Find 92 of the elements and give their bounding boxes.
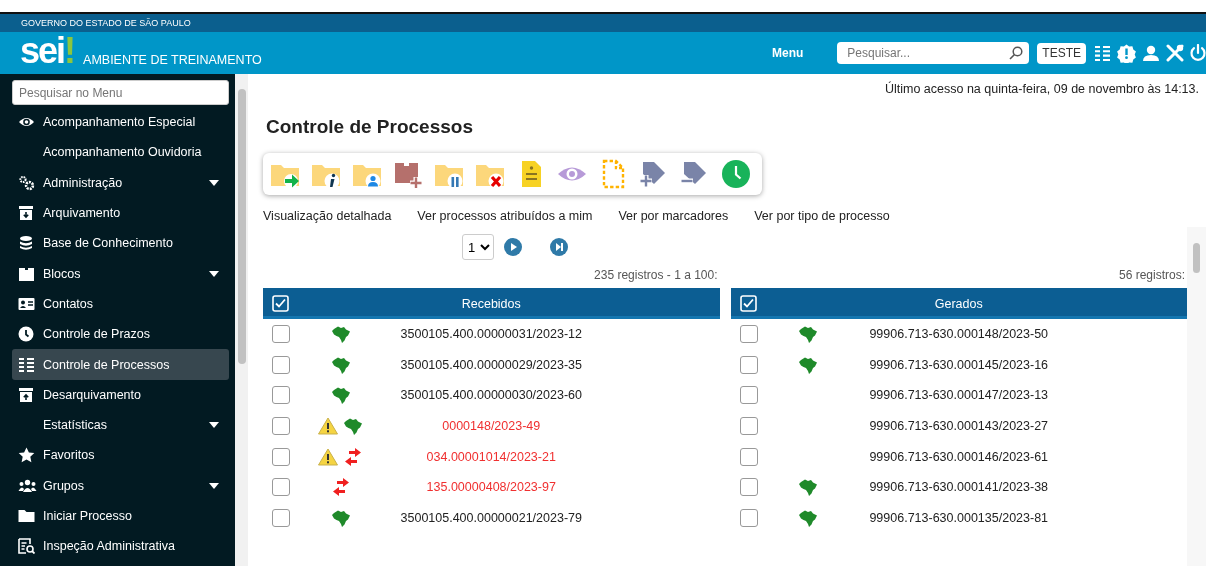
sidebar-item[interactable]: Estatísticas <box>12 409 229 441</box>
transfer-icon <box>343 447 363 466</box>
sidebar-item[interactable]: Controle de Prazos <box>12 319 229 350</box>
sidebar-item[interactable]: Acompanhamento Ouvidoria <box>12 137 229 168</box>
process-link[interactable]: 99906.713-630.000146/2023-61 <box>869 449 1049 464</box>
table-title: Recebidos <box>460 296 522 311</box>
process-link[interactable]: 3500105.400.00000031/2023-12 <box>400 327 582 342</box>
page-select[interactable]: 1 <box>462 234 494 260</box>
row-checkbox[interactable] <box>739 447 758 466</box>
row-checkbox[interactable] <box>272 508 290 527</box>
sidebar-item[interactable]: Blocos <box>12 258 229 289</box>
view-link[interactable]: Ver por tipo de processo <box>754 209 890 227</box>
last-page-icon[interactable] <box>550 238 568 256</box>
alert-icon[interactable] <box>1117 43 1136 63</box>
view-link[interactable]: Visualização detalhada <box>263 209 392 227</box>
map-icon <box>330 385 351 406</box>
map-icon <box>798 477 818 498</box>
row-checkbox[interactable] <box>739 417 758 436</box>
gears-icon <box>18 174 35 191</box>
unit-button[interactable]: TESTE <box>1037 42 1086 64</box>
search-field[interactable]: Pesquisar... <box>837 42 1030 64</box>
archive-icon <box>18 386 34 403</box>
record-count: 56 registros: <box>1118 268 1185 282</box>
power-icon[interactable] <box>1190 44 1206 62</box>
process-link[interactable]: 135.00000408/2023-97 <box>426 480 556 495</box>
list-icon[interactable] <box>1094 44 1111 62</box>
process-link[interactable]: 99906.713-630.000143/2023-27 <box>869 419 1049 434</box>
sidebar-item[interactable]: Acompanhamento Especial <box>12 107 229 138</box>
sidebar-item[interactable]: Favoritos <box>12 440 229 471</box>
database-icon <box>18 235 34 252</box>
row-checkbox[interactable] <box>739 355 758 374</box>
last-access-text: Último acesso na quinta-feira, 09 de novembro às 14:13. <box>883 82 1199 98</box>
row-checkbox[interactable] <box>272 447 290 466</box>
process-link[interactable]: 0000148/2023-49 <box>442 419 541 434</box>
map-icon <box>343 416 363 437</box>
process-link[interactable]: 3500105.400.00000029/2023-35 <box>400 357 582 372</box>
sidebar-item[interactable]: Desarquivamento <box>12 379 229 410</box>
government-title: GOVERNO DO ESTADO DE SÃO PAULO <box>21 18 191 28</box>
inspection-icon <box>18 538 35 555</box>
process-link[interactable]: 99906.713-630.000135/2023-81 <box>869 510 1049 525</box>
environment-label: AMBIENTE DE TREINAMENTO <box>83 53 262 67</box>
row-checkbox[interactable] <box>272 355 290 374</box>
next-page-icon[interactable] <box>504 238 522 256</box>
contact-card-icon <box>18 295 35 312</box>
list-icon <box>18 356 35 373</box>
group-icon <box>18 477 37 494</box>
process-link[interactable]: 99906.713-630.000141/2023-38 <box>869 480 1049 495</box>
row-checkbox[interactable] <box>739 508 758 527</box>
sidebar-item[interactable]: Controle de Processos <box>12 349 229 380</box>
transfer-icon <box>330 478 351 497</box>
scrollbar[interactable] <box>1187 227 1206 566</box>
view-link[interactable]: Ver processos atribuídos a mim <box>417 209 593 227</box>
sidebar-item[interactable]: Arquivamento <box>12 197 229 229</box>
row-checkbox[interactable] <box>272 325 290 344</box>
tools-icon[interactable] <box>1166 44 1184 62</box>
map-icon <box>798 324 818 345</box>
clock-icon[interactable] <box>721 159 751 189</box>
sidebar-item[interactable]: Administração <box>12 167 229 198</box>
page-title: Controle de Processos <box>266 116 474 139</box>
view-link[interactable]: Ver por marcadores <box>618 209 729 227</box>
table-title: Gerados <box>933 296 984 311</box>
search-icon[interactable] <box>1009 46 1024 60</box>
sei-logo: sei! <box>20 33 75 69</box>
archive-icon <box>18 205 34 222</box>
row-checkbox[interactable] <box>739 478 758 497</box>
row-checkbox[interactable] <box>739 325 758 344</box>
menu-search-field[interactable]: Pesquisar no Menu <box>12 80 229 105</box>
sidebar-item[interactable]: Iniciar Processo <box>12 500 229 532</box>
sidebar-item[interactable]: Base de Conhecimento <box>12 228 229 259</box>
process-link[interactable]: 99906.713-630.000145/2023-16 <box>869 357 1049 372</box>
clock-icon <box>18 326 34 343</box>
user-icon[interactable] <box>1142 44 1160 62</box>
process-link[interactable]: 3500105.400.00000030/2023-60 <box>400 388 582 403</box>
process-link[interactable]: 3500105.400.00000021/2023-79 <box>400 510 582 525</box>
folder-icon <box>18 508 35 524</box>
row-checkbox[interactable] <box>739 386 758 405</box>
process-link[interactable]: 034.00001014/2023-21 <box>426 449 556 464</box>
blocks-icon <box>18 265 35 282</box>
sidebar-item[interactable]: Grupos <box>12 470 229 501</box>
select-all-icon[interactable] <box>272 295 289 312</box>
row-checkbox[interactable] <box>272 478 290 497</box>
star-icon <box>18 447 35 464</box>
record-count: 235 registros - 1 a 100: <box>594 268 718 282</box>
row-checkbox[interactable] <box>272 386 290 405</box>
row-checkbox[interactable] <box>272 417 290 436</box>
scrollbar[interactable] <box>235 74 248 566</box>
process-link[interactable]: 99906.713-630.000147/2023-13 <box>869 388 1049 403</box>
process-link[interactable]: 99906.713-630.000148/2023-50 <box>869 327 1049 342</box>
sidebar-item[interactable]: Contatos <box>12 288 229 320</box>
map-icon <box>330 324 351 345</box>
select-all-icon[interactable] <box>739 295 757 312</box>
sidebar-item[interactable]: Inspeção Administrativa <box>12 531 229 562</box>
